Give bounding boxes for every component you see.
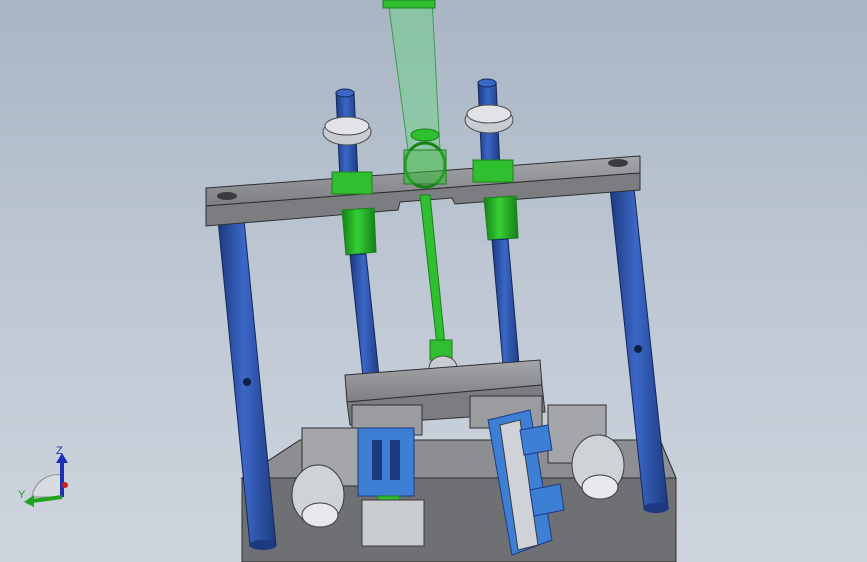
- y-axis-icon: [31, 495, 63, 503]
- machine-assembly-model[interactable]: [0, 0, 867, 562]
- z-axis-label: Z: [56, 445, 63, 457]
- left-green-cylinder[interactable]: [341, 207, 377, 256]
- right-green-flange[interactable]: [472, 159, 514, 183]
- crossbar-hole-right: [608, 159, 628, 167]
- left-outer-column-base: [249, 540, 277, 550]
- y-axis-label: Y: [18, 489, 26, 501]
- column-hole: [243, 378, 251, 386]
- right-guide-rod-cap: [477, 78, 497, 88]
- left-fixture-base: [361, 499, 425, 547]
- left-guide-rod-cap: [335, 88, 355, 98]
- y-axis-arrow-icon: [24, 495, 34, 507]
- right-clamp-roller-face: [581, 474, 619, 500]
- right-outer-column-base: [643, 503, 669, 513]
- right-bearing-disc-top: [466, 104, 512, 124]
- cad-viewport[interactable]: Z Y: [0, 0, 867, 562]
- left-blue-fixture[interactable]: [357, 427, 415, 497]
- right-green-cylinder[interactable]: [483, 195, 519, 241]
- center-cylinder-collar: [403, 149, 447, 185]
- right-guide-rod-lower[interactable]: [491, 238, 521, 377]
- left-green-flange[interactable]: [331, 171, 373, 195]
- right-rail-clip: [519, 424, 553, 456]
- left-clamp-roller-face: [301, 502, 339, 528]
- left-blue-fixture-slot: [372, 440, 382, 480]
- left-blue-fixture-slot: [390, 440, 400, 480]
- column-hole: [634, 345, 642, 353]
- center-cylinder-cap: [410, 128, 440, 142]
- transparent-cylinder-cap: [382, 0, 436, 9]
- left-guide-rod-lower[interactable]: [349, 253, 381, 387]
- right-rail-clip: [529, 483, 565, 517]
- axis-triad: Z Y: [18, 445, 78, 515]
- transparent-cylinder[interactable]: [387, 0, 441, 151]
- triad-base-arc: [31, 474, 63, 498]
- left-bearing-disc-top: [324, 116, 370, 136]
- piston-rod[interactable]: [419, 194, 446, 346]
- crossbar-hole-left: [217, 192, 237, 200]
- x-axis-icon: [62, 482, 68, 488]
